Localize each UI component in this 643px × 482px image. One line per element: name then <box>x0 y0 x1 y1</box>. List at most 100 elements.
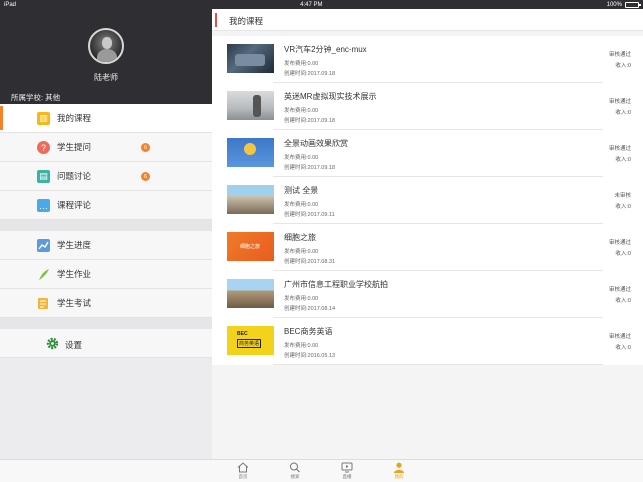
course-item[interactable]: 全景动画效果欣赏 发布费用:0.00 创建时间:2017.09.18 审核通过 … <box>212 130 643 177</box>
course-created-time: 创建时间:2016.05.13 <box>284 353 336 359</box>
notification-badge: 6 <box>141 143 150 152</box>
sidebar-item-label: 问题讨论 <box>57 171 92 181</box>
sidebar-item-student-exams[interactable]: 学生考试 <box>0 289 212 318</box>
sidebar-item-student-homework[interactable]: 学生作业 <box>0 260 212 289</box>
tab-label: 我的 <box>394 474 404 479</box>
search-icon <box>290 462 300 473</box>
course-income: 收入:0 <box>615 204 631 210</box>
progress-chart-icon <box>37 239 50 252</box>
course-thumbnail <box>227 138 274 167</box>
user-icon <box>394 462 404 473</box>
review-status: 审核通过 <box>608 52 631 58</box>
course-created-time: 创建时间:2017.09.18 <box>284 165 336 171</box>
status-right: 100% <box>606 1 641 8</box>
homework-feather-icon <box>37 268 50 281</box>
sidebar-menu: ▥ 我的课程 ? 学生提问 6 ▤ 问题讨论 6 … 课程评论 学生进度 学生作… <box>0 104 212 358</box>
course-thumbnail <box>227 232 274 261</box>
notification-badge: 6 <box>141 172 150 181</box>
sidebar-item-label: 学生考试 <box>57 298 92 308</box>
review-status: 审核通过 <box>608 287 631 293</box>
page-title: 我的课程 <box>229 16 264 26</box>
course-created-time: 创建时间:2017.09.11 <box>284 212 335 218</box>
review-status: 审核通过 <box>608 334 631 340</box>
course-thumbnail <box>227 185 274 214</box>
discussion-icon: ▤ <box>37 170 50 183</box>
tab-label: 直播 <box>342 474 352 479</box>
sidebar-item-label: 学生作业 <box>57 269 92 279</box>
sidebar-item-my-courses[interactable]: ▥ 我的课程 <box>0 104 212 133</box>
course-title: 全景动画效果欣赏 <box>284 139 348 148</box>
gear-icon <box>46 337 59 350</box>
sidebar-item-discussions[interactable]: ▤ 问题讨论 6 <box>0 162 212 191</box>
course-icon: ▥ <box>37 112 50 125</box>
course-created-time: 创建时间:2017.09.18 <box>284 118 336 124</box>
main-content: 我的课程 VR汽车2分钟_enc-mux 发布费用:0.00 创建时间:2017… <box>212 9 643 459</box>
header-accent-bar <box>215 13 217 27</box>
course-thumbnail <box>227 44 274 73</box>
course-title: 细胞之旅 <box>284 233 316 242</box>
tab-mine[interactable]: 我的 <box>384 462 414 480</box>
sidebar-item-student-questions[interactable]: ? 学生提问 6 <box>0 133 212 162</box>
sidebar-item-label: 课程评论 <box>57 200 92 210</box>
sidebar: 陆老师 所属学校: 其他 ▥ 我的课程 ? 学生提问 6 ▤ 问题讨论 6 … … <box>0 0 212 459</box>
carrier-label: iPad <box>4 1 17 8</box>
profile-panel: 陆老师 所属学校: 其他 <box>0 0 212 104</box>
exam-paper-icon <box>37 297 50 310</box>
teacher-name: 陆老师 <box>94 73 118 82</box>
home-icon <box>237 462 249 473</box>
sidebar-item-course-comments[interactable]: … 课程评论 <box>0 191 212 220</box>
course-item[interactable]: 测试 全景 发布费用:0.00 创建时间:2017.09.11 未审核 收入:0 <box>212 177 643 224</box>
course-income: 收入:0 <box>615 345 631 351</box>
menu-separator <box>0 318 212 329</box>
tab-search[interactable]: 搜索 <box>280 462 310 480</box>
status-bar: iPad 4:47 PM 100% <box>0 0 643 9</box>
sidebar-item-label: 我的课程 <box>57 113 92 123</box>
course-income: 收入:0 <box>615 110 631 116</box>
menu-group-course: ▥ 我的课程 ? 学生提问 6 ▤ 问题讨论 6 … 课程评论 <box>0 104 212 220</box>
course-title: 测试 全景 <box>284 186 319 195</box>
school-label: 所属学校: 其他 <box>11 93 61 102</box>
comment-icon: … <box>37 199 50 212</box>
course-fee: 发布费用:0.00 <box>284 343 319 349</box>
course-fee: 发布费用:0.00 <box>284 61 319 67</box>
battery-percent: 100% <box>606 1 622 8</box>
course-income: 收入:0 <box>615 298 631 304</box>
course-item[interactable]: BEC商务英语 发布费用:0.00 创建时间:2016.05.13 审核通过 收… <box>212 318 643 365</box>
review-status: 审核通过 <box>608 99 631 105</box>
tab-live[interactable]: 直播 <box>332 462 362 480</box>
tab-label: 首页 <box>238 474 248 479</box>
course-fee: 发布费用:0.00 <box>284 155 319 161</box>
sidebar-item-label: 学生提问 <box>57 142 92 152</box>
course-income: 收入:0 <box>615 157 631 163</box>
course-created-time: 创建时间:2017.09.18 <box>284 71 336 77</box>
course-thumbnail <box>227 326 274 355</box>
course-item[interactable]: 广州市信息工程职业学校航拍 发布费用:0.00 创建时间:2017.08.14 … <box>212 271 643 318</box>
course-title: BEC商务英语 <box>284 327 333 336</box>
course-title: 广州市信息工程职业学校航拍 <box>284 280 388 289</box>
battery-icon <box>624 1 641 8</box>
course-thumbnail <box>227 279 274 308</box>
sidebar-item-settings[interactable]: 设置 <box>0 329 212 358</box>
sidebar-item-student-progress[interactable]: 学生进度 <box>0 231 212 260</box>
tab-home[interactable]: 首页 <box>228 462 258 480</box>
course-fee: 发布费用:0.00 <box>284 108 319 114</box>
course-created-time: 创建时间:2017.08.14 <box>284 306 336 312</box>
sidebar-item-label: 学生进度 <box>57 240 92 250</box>
course-item[interactable]: 细胞之旅 发布费用:0.00 创建时间:2017.08.31 审核通过 收入:0 <box>212 224 643 271</box>
course-title: VR汽车2分钟_enc-mux <box>284 45 367 54</box>
live-tv-icon <box>341 462 353 473</box>
status-time: 4:47 PM <box>300 1 323 8</box>
course-list: VR汽车2分钟_enc-mux 发布费用:0.00 创建时间:2017.09.1… <box>212 36 643 365</box>
course-created-time: 创建时间:2017.08.31 <box>284 259 336 265</box>
course-fee: 发布费用:0.00 <box>284 202 319 208</box>
course-title: 英迷MR虚拟现实技术展示 <box>284 92 377 101</box>
course-income: 收入:0 <box>615 251 631 257</box>
course-fee: 发布费用:0.00 <box>284 296 319 302</box>
review-status: 审核通过 <box>608 240 631 246</box>
course-item[interactable]: VR汽车2分钟_enc-mux 发布费用:0.00 创建时间:2017.09.1… <box>212 36 643 83</box>
review-status: 审核通过 <box>608 146 631 152</box>
menu-separator <box>0 220 212 231</box>
question-icon: ? <box>37 141 50 154</box>
avatar[interactable] <box>88 28 124 64</box>
course-item[interactable]: 英迷MR虚拟现实技术展示 发布费用:0.00 创建时间:2017.09.18 审… <box>212 83 643 130</box>
